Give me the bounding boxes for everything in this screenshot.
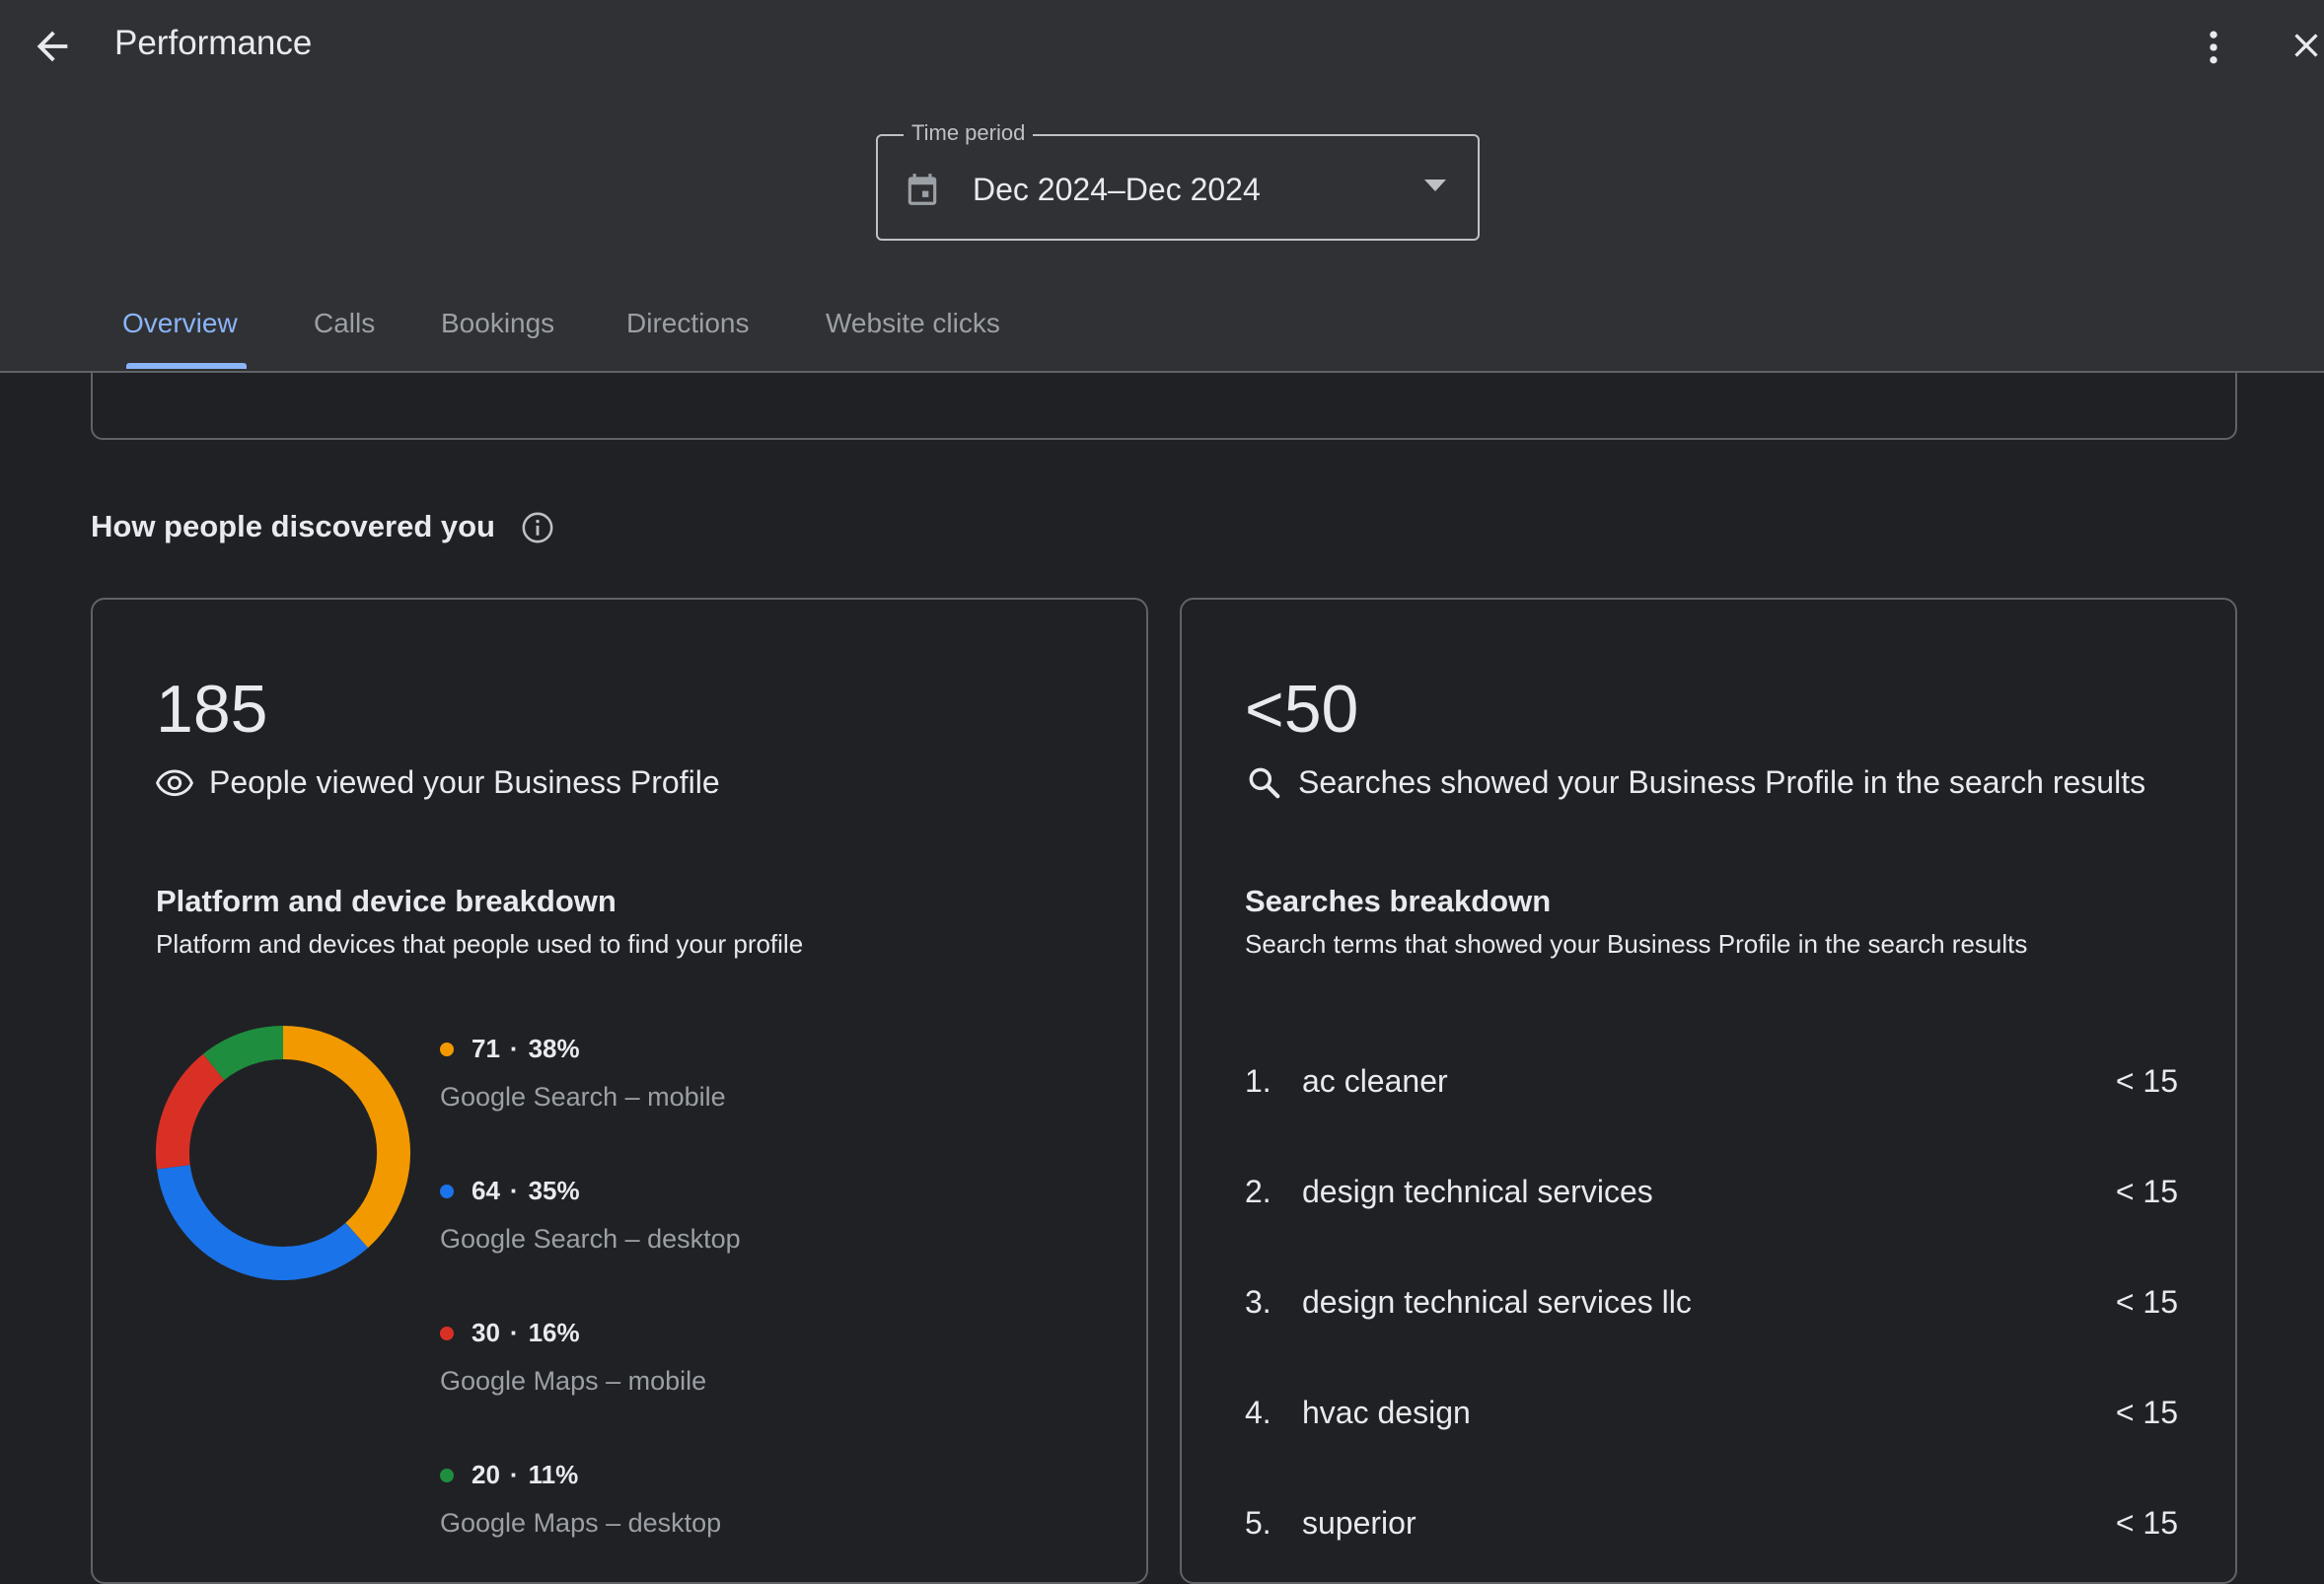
breakdown-description: Platform and devices that people used to… <box>156 929 804 959</box>
legend-percent: 38% <box>528 1034 580 1063</box>
search-term: ac cleaner <box>1302 1063 1448 1099</box>
search-rank: 5. <box>1245 1505 1271 1541</box>
platform-donut-chart <box>156 1026 410 1280</box>
legend-count: 64 <box>472 1176 500 1205</box>
legend-label: Google Search – desktop <box>440 1224 741 1254</box>
tab-overview[interactable]: Overview <box>122 308 238 339</box>
more-vert-icon <box>2210 31 2217 64</box>
legend-dot <box>440 1042 454 1056</box>
donut-segment <box>282 1026 410 1249</box>
profile-views-count: 185 <box>156 672 268 747</box>
search-count: < 15 <box>2115 1284 2178 1320</box>
profile-views-row: People viewed your Business Profile <box>156 763 720 801</box>
profile-views-card: 185 People viewed your Business Profile … <box>91 598 1148 1584</box>
close-button[interactable] <box>2287 26 2324 69</box>
legend-percent: 11% <box>528 1460 579 1489</box>
dropdown-arrow-icon <box>1424 180 1446 191</box>
donut-segment <box>156 1053 225 1170</box>
profile-views-label: People viewed your Business Profile <box>209 763 720 800</box>
active-tab-indicator <box>126 363 247 369</box>
legend-dot <box>440 1184 454 1198</box>
search-term: design technical services <box>1302 1174 1653 1209</box>
search-rank: 1. <box>1245 1063 1271 1099</box>
legend-item: 20 · 11% Google Maps – desktop <box>440 1460 722 1538</box>
searches-card: <50 Searches showed your Business Profil… <box>1180 598 2237 1584</box>
legend-count: 30 <box>472 1318 500 1347</box>
legend-label: Google Maps – mobile <box>440 1366 707 1396</box>
legend-dot <box>440 1326 454 1340</box>
search-count: < 15 <box>2115 1395 2178 1430</box>
search-count: < 15 <box>2115 1174 2178 1209</box>
close-icon <box>2294 34 2318 57</box>
search-term: superior <box>1302 1505 1416 1541</box>
search-rank: 4. <box>1245 1395 1271 1430</box>
tab-calls[interactable]: Calls <box>314 308 375 339</box>
legend-label: Google Search – mobile <box>440 1082 726 1112</box>
section-title: How people discovered you <box>91 509 495 543</box>
more-options-button[interactable] <box>2192 24 2235 71</box>
eye-icon <box>156 769 193 797</box>
page-title: Performance <box>114 24 313 62</box>
search-rank: 3. <box>1245 1284 1271 1320</box>
calendar-icon <box>908 174 937 205</box>
searches-breakdown-title: Searches breakdown <box>1245 884 1552 918</box>
info-icon[interactable] <box>521 511 554 544</box>
searches-breakdown-description: Search terms that showed your Business P… <box>1245 929 2028 959</box>
legend-percent: 16% <box>528 1318 580 1347</box>
time-period-select[interactable]: Time period Dec 2024–Dec 2024 <box>876 120 1480 241</box>
search-term: design technical services llc <box>1302 1284 1692 1320</box>
searches-count: <50 <box>1245 672 1359 747</box>
legend-item: 30 · 16% Google Maps – mobile <box>440 1318 707 1396</box>
legend-dot <box>440 1468 454 1482</box>
search-term: hvac design <box>1302 1395 1471 1430</box>
search-term-row: 5. superior < 15 <box>1245 1505 2178 1564</box>
tab-website-clicks[interactable]: Website clicks <box>826 308 1000 339</box>
time-period-value: Dec 2024–Dec 2024 <box>973 172 1261 207</box>
back-button[interactable] <box>30 24 75 69</box>
donut-segment <box>157 1164 369 1280</box>
legend-item: 64 · 35% Google Search – desktop <box>440 1176 741 1254</box>
search-term-row: 2. design technical services < 15 <box>1245 1174 2178 1233</box>
tab-bookings[interactable]: Bookings <box>441 308 554 339</box>
legend-count: 71 <box>472 1034 500 1063</box>
search-count: < 15 <box>2115 1505 2178 1541</box>
search-count: < 15 <box>2115 1063 2178 1099</box>
time-period-label: Time period <box>904 120 1034 146</box>
arrow-back-icon <box>36 31 68 62</box>
searches-row: Searches showed your Business Profile in… <box>1245 763 2145 801</box>
legend-count: 20 <box>472 1460 500 1489</box>
search-term-row: 3. design technical services llc < 15 <box>1245 1284 2178 1343</box>
tab-directions[interactable]: Directions <box>626 308 749 339</box>
search-icon <box>1249 767 1280 799</box>
legend-percent: 35% <box>528 1176 580 1205</box>
search-term-row: 1. ac cleaner < 15 <box>1245 1063 2178 1122</box>
search-term-row: 4. hvac design < 15 <box>1245 1395 2178 1454</box>
legend-label: Google Maps – desktop <box>440 1508 722 1538</box>
legend-item: 71 · 38% Google Search – mobile <box>440 1034 726 1112</box>
search-rank: 2. <box>1245 1174 1271 1209</box>
donut-segment <box>202 1026 284 1081</box>
breakdown-title: Platform and device breakdown <box>156 884 617 918</box>
searches-label: Searches showed your Business Profile in… <box>1298 763 2146 800</box>
top-app-bar: Performance Time period Dec 2024–Dec 202… <box>0 0 2324 373</box>
